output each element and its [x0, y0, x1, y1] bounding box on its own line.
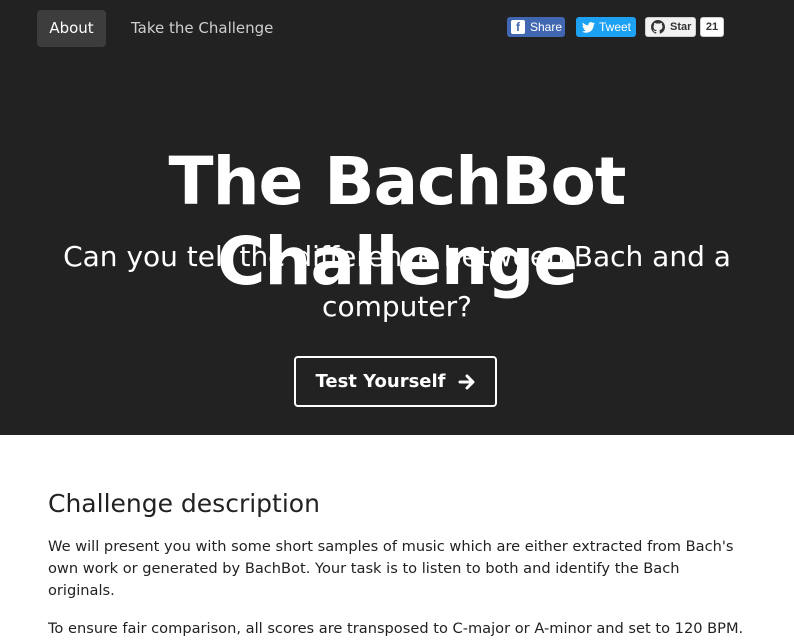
facebook-share-button[interactable]: f Share — [507, 17, 565, 37]
nav-about[interactable]: About — [37, 10, 106, 47]
github-star-button[interactable]: Star — [645, 17, 696, 37]
hero-section: About Take the Challenge f Share Tweet S… — [0, 0, 794, 435]
challenge-description-section: Challenge description We will present yo… — [0, 435, 794, 640]
arrow-right-icon — [458, 374, 475, 389]
facebook-share-label: Share — [530, 20, 563, 34]
twitter-tweet-button[interactable]: Tweet — [576, 17, 636, 37]
nav-take-the-challenge[interactable]: Take the Challenge — [117, 10, 287, 47]
facebook-icon: f — [511, 20, 525, 34]
test-yourself-label: Test Yourself — [315, 371, 446, 392]
github-star-label: Star — [670, 21, 692, 33]
github-star-count[interactable]: 21 — [700, 17, 724, 37]
twitter-tweet-label: Tweet — [599, 20, 632, 34]
test-yourself-button[interactable]: Test Yourself — [294, 356, 497, 407]
section-heading: Challenge description — [48, 489, 320, 518]
page-subtitle: Can you tell the difference between Bach… — [63, 240, 731, 323]
github-icon — [651, 20, 665, 34]
twitter-icon — [582, 21, 595, 33]
description-paragraph-2: To ensure fair comparison, all scores ar… — [48, 620, 744, 637]
description-paragraph-1: We will present you with some short samp… — [48, 538, 734, 599]
